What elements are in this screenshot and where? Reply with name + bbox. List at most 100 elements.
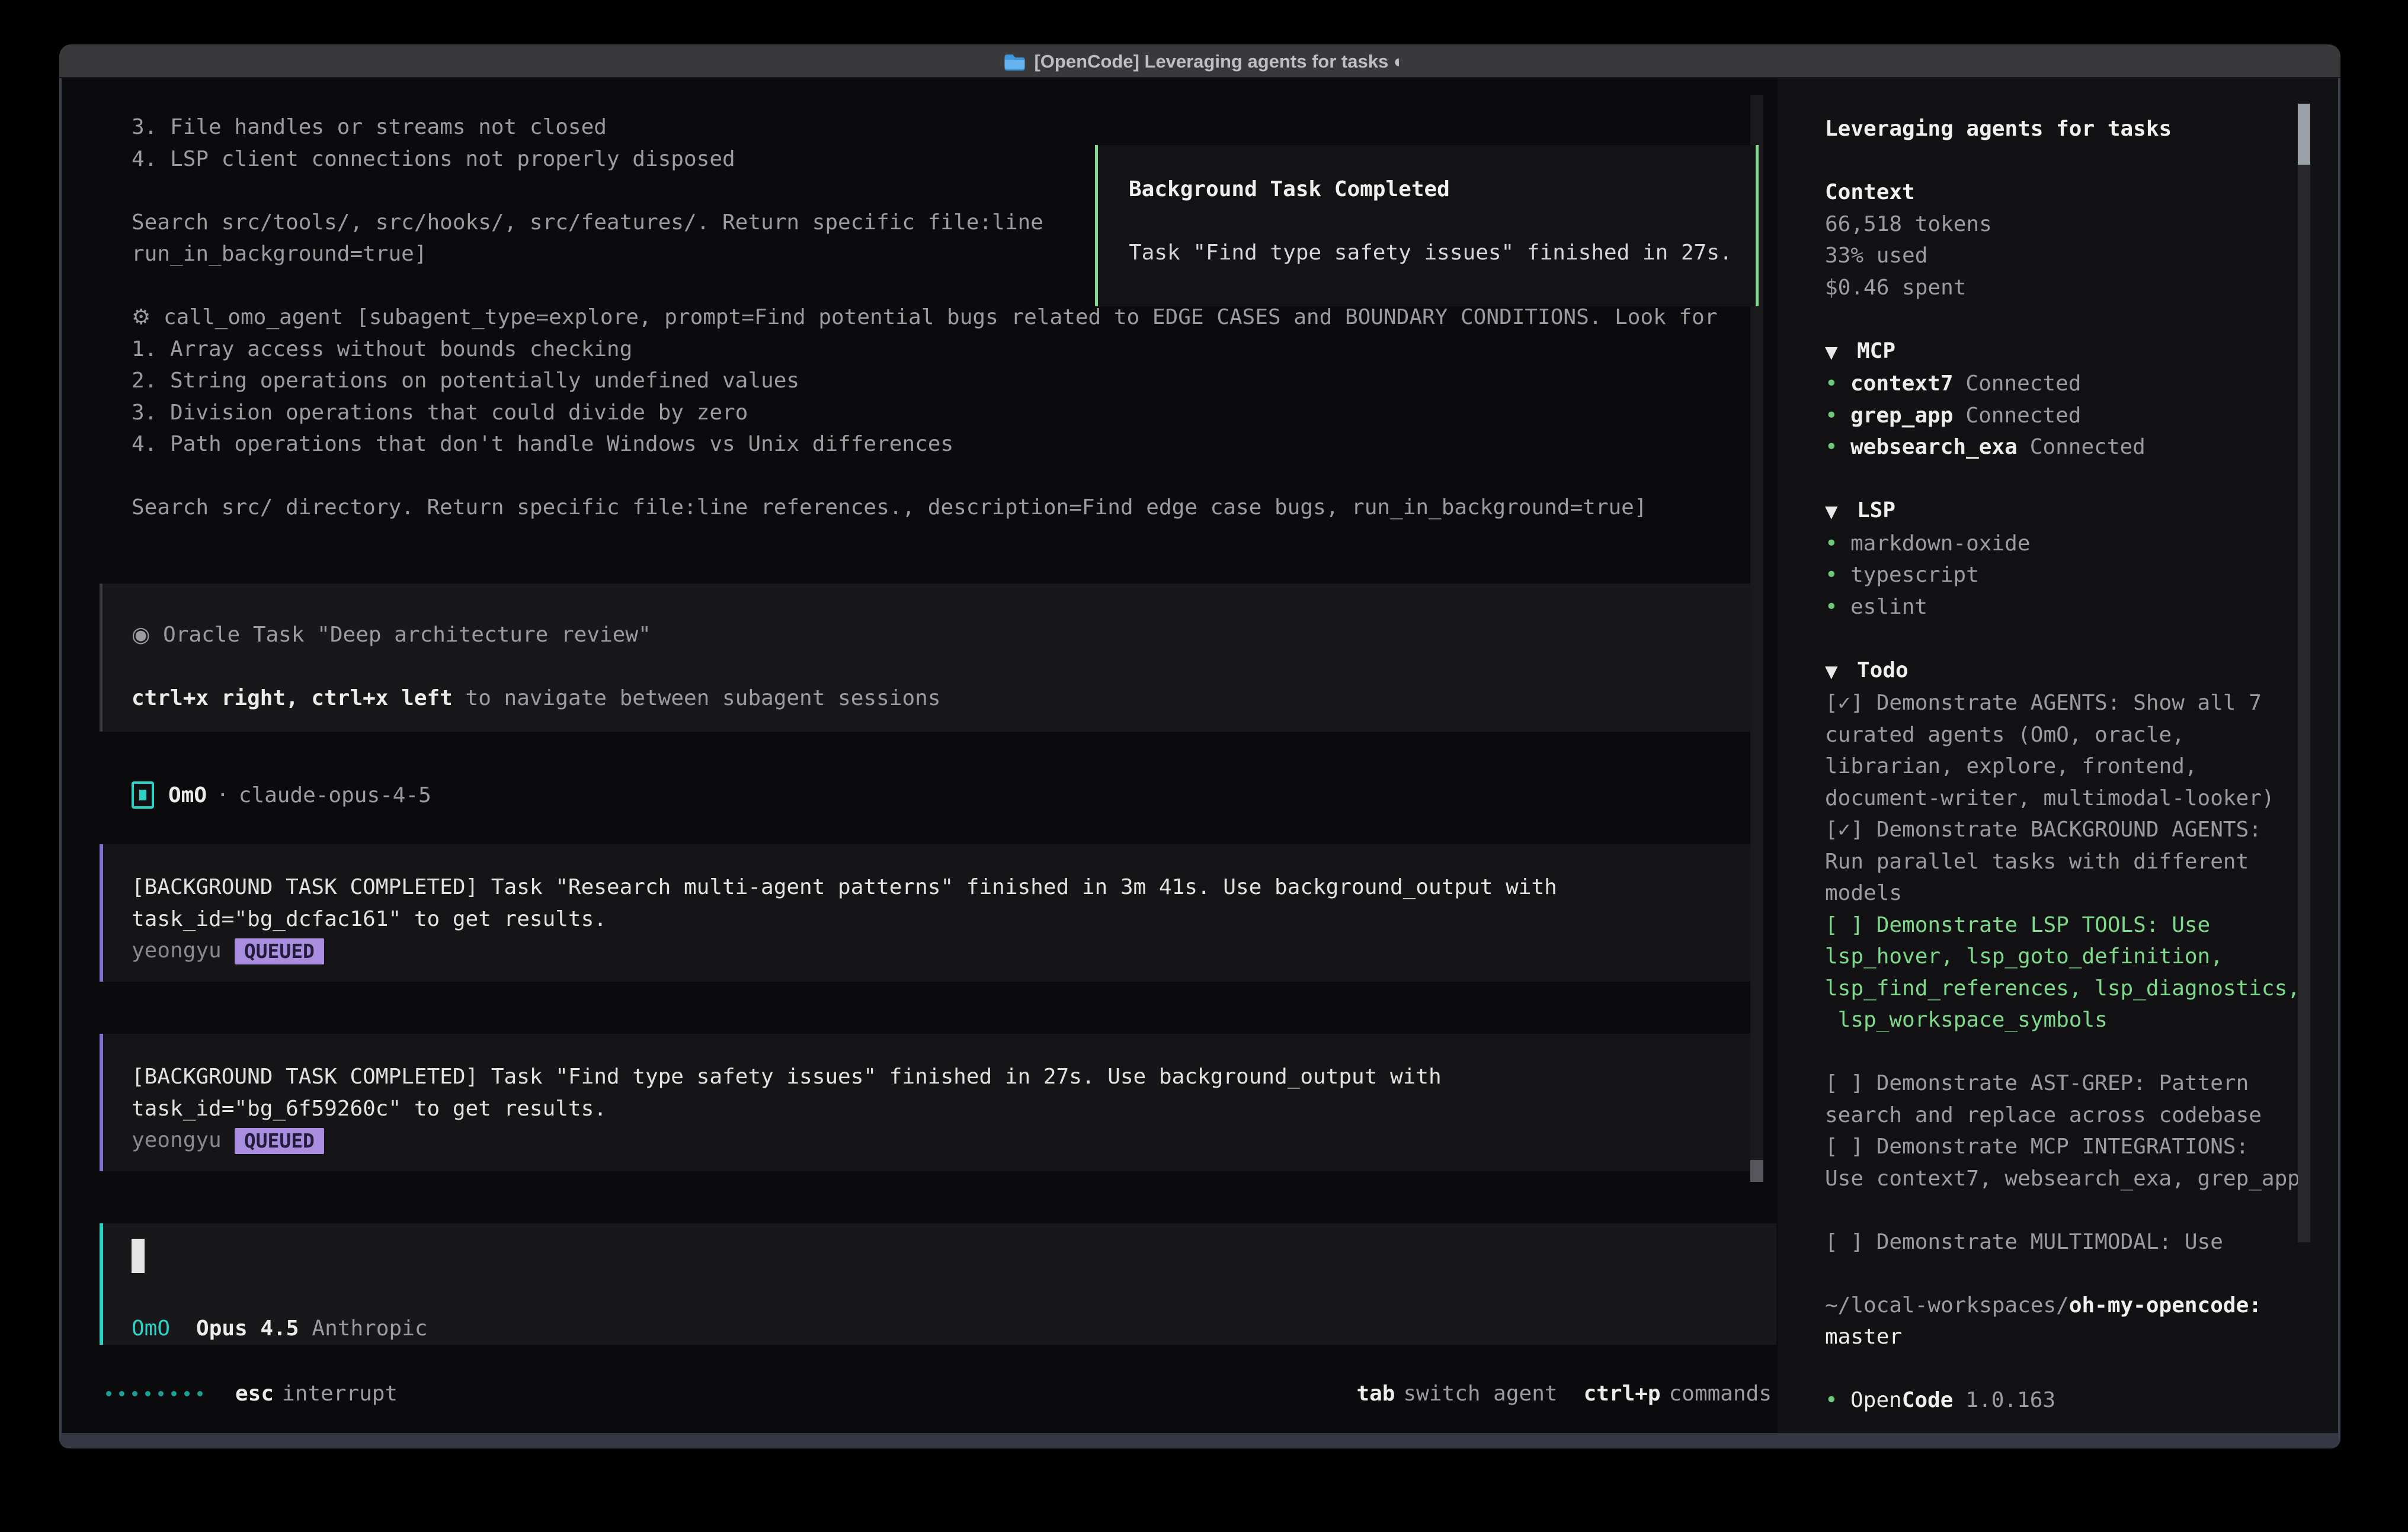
agent-header: OmO · claude-opus-4-5 (132, 779, 431, 811)
output-line: Search src/ directory. Return specific f… (132, 492, 1718, 524)
output-line: 1. Array access without bounds checking (132, 334, 1718, 366)
folder-icon (1003, 53, 1026, 70)
notification-title: Background Task Completed (1129, 174, 1756, 206)
notification-toast: Background Task Completed Task "Find typ… (1095, 145, 1759, 306)
input-agent-label: OmO (132, 1316, 170, 1341)
oracle-hint-keys: ctrl+x right, ctrl+x left (132, 686, 453, 710)
tab-key-label: switch agent (1403, 1382, 1557, 1406)
output-line: 3. File handles or streams not closed (132, 111, 1718, 143)
chevron-down-icon: ▼ (1825, 496, 1857, 528)
agent-model: claude-opus-4-5 (239, 783, 431, 807)
oracle-title-line: ◉ Oracle Task "Deep architecture review" (132, 619, 1755, 651)
version-section: •OpenCode1.0.163 (1825, 1384, 2317, 1416)
gear-icon: ⚙ (132, 305, 150, 329)
window-title: [OpenCode] Leveraging agents for tasks ◐ (1034, 51, 1404, 72)
todo-heading: Todo (1857, 658, 1909, 682)
model-row: OmO Opus 4.5 Anthropic (132, 1312, 428, 1344)
session-title: Leveraging agents for tasks (1825, 113, 2317, 145)
lsp-heading-row[interactable]: ▼LSP (1825, 495, 2317, 528)
oracle-hint: ctrl+x right, ctrl+x left to navigate be… (132, 682, 1755, 714)
screen: [OpenCode] Leveraging agents for tasks ◐… (0, 0, 2408, 1532)
ctrlp-key-hint: ctrl+p (1584, 1382, 1661, 1406)
mcp-item: •context7Connected (1825, 368, 2317, 400)
task-meta: yeongyu QUEUED (132, 935, 1755, 967)
prompt-input[interactable]: OmO Opus 4.5 Anthropic (100, 1223, 1776, 1345)
agent-separator: · (216, 783, 229, 807)
bullet-icon: • (1825, 400, 1850, 432)
mcp-heading-row[interactable]: ▼MCP (1825, 335, 2317, 368)
bullet-icon: • (1825, 528, 1850, 560)
version-row: •OpenCode1.0.163 (1825, 1384, 2317, 1416)
agent-name: OmO (168, 783, 207, 807)
context-used: 33% used (1825, 240, 2317, 272)
task-meta: yeongyu QUEUED (132, 1124, 1755, 1156)
tool-call-line: ⚙ call_omo_agent [subagent_type=explore,… (132, 302, 1718, 334)
status-badge: QUEUED (235, 938, 324, 964)
workspace-path-row: ~/local-workspaces/oh-my-opencode: (1825, 1290, 2317, 1322)
agent-icon (132, 781, 154, 809)
task-line1: [BACKGROUND TASK COMPLETED] Task "Resear… (132, 871, 1755, 903)
output-line: 4. Path operations that don't handle Win… (132, 428, 1718, 460)
context-section: Context 66,518 tokens 33% used $0.46 spe… (1825, 177, 2317, 303)
todo-heading-row[interactable]: ▼Todo (1825, 655, 2317, 688)
todo-item: [ ] Demonstrate MCP INTEGRATIONS: Use co… (1825, 1131, 2317, 1194)
oracle-task-panel: ◉ Oracle Task "Deep architecture review"… (100, 584, 1755, 732)
notification-body: Task "Find type safety issues" finished … (1129, 237, 1756, 269)
fisheye-icon: ◉ (132, 623, 150, 647)
workspace-section: ~/local-workspaces/oh-my-opencode: maste… (1825, 1290, 2317, 1353)
spinner-dots-icon (106, 1391, 203, 1396)
todo-item: [ ] Demonstrate MULTIMODAL: Use (1825, 1226, 2317, 1258)
task-line2: task_id="bg_dcfac161" to get results. (132, 903, 1755, 935)
output-line: 3. Division operations that could divide… (132, 397, 1718, 429)
chevron-down-icon: ▼ (1825, 656, 1857, 688)
main-scrollbar-thumb[interactable] (1750, 1160, 1763, 1182)
task-user: yeongyu (132, 1128, 222, 1152)
status-badge: QUEUED (235, 1128, 324, 1154)
bullet-icon: • (1825, 591, 1850, 623)
todo-item: [✓] Demonstrate BACKGROUND AGENTS: Run p… (1825, 814, 2317, 909)
input-provider-label: Anthropic (312, 1316, 427, 1341)
oracle-title: Oracle Task "Deep architecture review" (150, 623, 651, 647)
status-bar-left: esc interrupt (106, 1377, 398, 1409)
lsp-heading: LSP (1857, 498, 1895, 523)
session-title-section: Leveraging agents for tasks (1825, 113, 2317, 145)
window-title-group: [OpenCode] Leveraging agents for tasks ◐ (1003, 44, 1404, 78)
todo-item: [✓] Demonstrate AGENTS: Show all 7 curat… (1825, 687, 2317, 814)
ctrlp-key-label: commands (1669, 1382, 1772, 1406)
task-user: yeongyu (132, 938, 222, 963)
sidebar-scrollbar-thumb[interactable] (2298, 104, 2310, 165)
bullet-icon: • (1825, 368, 1850, 400)
lsp-item: •eslint (1825, 591, 2317, 623)
sidebar: Leveraging agents for tasks Context 66,5… (1825, 113, 2317, 1448)
bullet-icon: • (1825, 559, 1850, 591)
output-line: 2. String operations on potentially unde… (132, 365, 1718, 397)
oracle-hint-rest: to navigate between subagent sessions (453, 686, 941, 710)
mcp-section: ▼MCP •context7Connected •grep_appConnect… (1825, 335, 2317, 463)
esc-key-hint: esc (235, 1382, 274, 1406)
context-heading: Context (1825, 177, 2317, 209)
lsp-item: •typescript (1825, 559, 2317, 591)
tool-call-text: call_omo_agent [subagent_type=explore, p… (150, 305, 1717, 329)
mcp-item: •grep_appConnected (1825, 400, 2317, 432)
lsp-item: •markdown-oxide (1825, 528, 2317, 560)
task-line2: task_id="bg_6f59260c" to get results. (132, 1093, 1755, 1125)
esc-key-label: interrupt (282, 1382, 398, 1406)
context-tokens: 66,518 tokens (1825, 209, 2317, 241)
todo-item: [ ] Demonstrate AST-GREP: Pattern search… (1825, 1068, 2317, 1131)
bullet-icon: • (1825, 431, 1850, 463)
workspace-branch: master (1825, 1321, 2317, 1353)
task-block: [BACKGROUND TASK COMPLETED] Task "Resear… (100, 844, 1755, 982)
todo-item: [ ] Demonstrate LSP TOOLS: Use lsp_hover… (1825, 909, 2317, 1036)
todo-section: ▼Todo [✓] Demonstrate AGENTS: Show all 7… (1825, 655, 2317, 1258)
text-cursor (132, 1239, 145, 1273)
lsp-section: ▼LSP •markdown-oxide •typescript •eslint (1825, 495, 2317, 623)
tab-key-hint: tab (1356, 1382, 1395, 1406)
input-model-label: Opus 4.5 (196, 1316, 299, 1341)
chevron-down-icon: ▼ (1825, 336, 1857, 368)
mcp-heading: MCP (1857, 339, 1895, 363)
sidebar-scrollbar[interactable] (2298, 104, 2310, 1242)
task-line1: [BACKGROUND TASK COMPLETED] Task "Find t… (132, 1061, 1755, 1093)
mcp-item: •websearch_exaConnected (1825, 431, 2317, 463)
bullet-icon: • (1825, 1384, 1850, 1416)
status-bar-right: tab switch agent ctrl+p commands (1356, 1377, 1772, 1409)
